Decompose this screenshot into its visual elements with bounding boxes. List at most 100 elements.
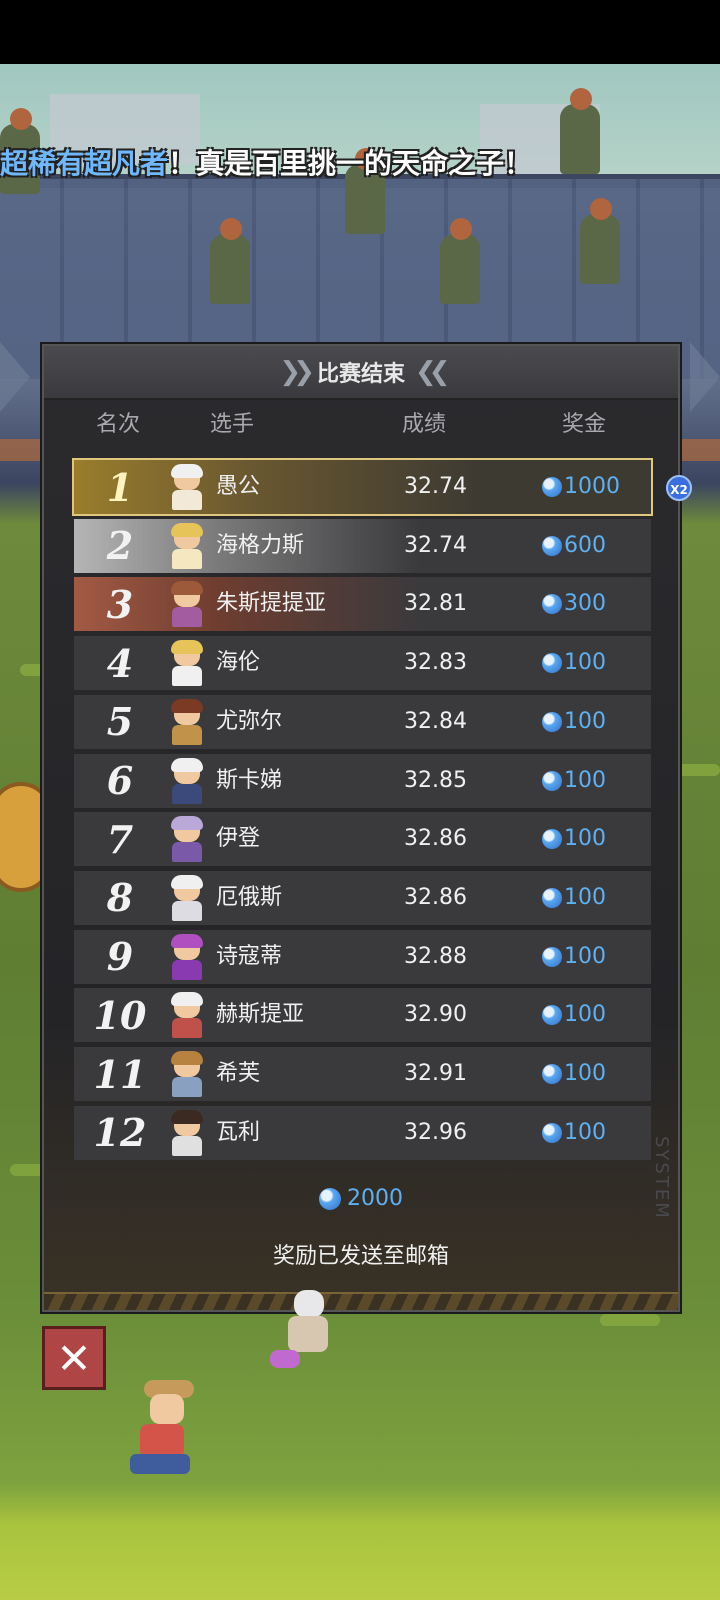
- rank-number: 8: [106, 875, 134, 921]
- player-name: 海格力斯: [216, 532, 305, 558]
- player-avatar: [166, 522, 206, 569]
- column-header-prize: 奖金: [562, 412, 607, 437]
- gem-icon: [542, 829, 562, 850]
- player-score: 32.85: [404, 767, 467, 793]
- player-score: 32.96: [404, 1119, 467, 1145]
- gem-icon: [542, 477, 562, 497]
- table-row: 9 诗寇蒂 32.88 100: [74, 929, 651, 984]
- table-row: 1 愚公 32.74 1000 X2: [72, 458, 692, 516]
- player-name: 海伦: [216, 650, 261, 676]
- player-avatar: [166, 464, 206, 510]
- runner-sprite: [110, 1380, 220, 1480]
- rank-number: 11: [93, 1051, 147, 1097]
- player-name: 尤弥尔: [216, 708, 283, 734]
- table-row: 8 厄俄斯 32.86 100: [74, 870, 651, 925]
- gem-icon: [542, 594, 562, 615]
- player-name: 赫斯提亚: [216, 1002, 305, 1028]
- table-row: 3 朱斯提提亚 32.81 300: [74, 577, 651, 632]
- player-avatar: [166, 1051, 206, 1097]
- chevron-left-icon: ❮❮: [415, 357, 450, 387]
- gem-icon: [542, 711, 562, 732]
- gem-icon: [542, 653, 562, 674]
- rank-number: 10: [93, 992, 147, 1038]
- prize-amount: 100: [564, 826, 606, 852]
- player-name: 诗寇蒂: [216, 943, 283, 969]
- player-name: 瓦利: [216, 1119, 261, 1145]
- rank-number: 2: [106, 523, 134, 569]
- banner-text: ！真是百里挑一的天命之子！: [168, 147, 533, 180]
- player-score: 32.86: [404, 826, 467, 852]
- rank-number: 9: [106, 934, 134, 980]
- soldier-sprite: [560, 88, 600, 174]
- column-header-score: 成绩: [402, 412, 447, 437]
- player-name: 斯卡娣: [216, 767, 283, 793]
- soldier-sprite: [580, 198, 620, 284]
- player-name: 朱斯提提亚: [216, 591, 327, 617]
- soldier-sprite: [440, 218, 480, 304]
- table-row: 5 尤弥尔 32.84 100: [74, 694, 651, 749]
- gem-icon: [319, 1187, 341, 1210]
- player-score: 32.88: [404, 943, 467, 969]
- gem-icon: [542, 887, 562, 908]
- player-name: 厄俄斯: [216, 884, 283, 910]
- rank-number: 6: [106, 758, 134, 803]
- player-score: 32.84: [404, 708, 467, 734]
- prize-amount: 100: [564, 884, 606, 910]
- rank-number: 5: [106, 699, 134, 745]
- prize-amount: 100: [564, 1119, 606, 1145]
- player-score: 32.74: [404, 474, 467, 499]
- table-row: 4 海伦 32.83 100: [74, 636, 651, 691]
- player-avatar: [166, 816, 206, 863]
- player-avatar: [166, 581, 206, 628]
- prize-amount: 600: [564, 532, 606, 558]
- prize-amount: 100: [564, 650, 606, 676]
- player-name: 伊登: [216, 826, 261, 852]
- announcement-banner: 超稀有超凡者！真是百里挑一的天命之子！: [0, 142, 532, 182]
- gem-icon: [542, 1122, 562, 1143]
- table-row: 12 瓦利 32.96 100: [74, 1105, 651, 1160]
- gem-icon: [542, 1064, 562, 1084]
- table-row: 6 斯卡娣 32.85 100: [74, 753, 651, 808]
- hazard-stripe: [44, 1292, 678, 1310]
- prize-amount: 100: [564, 943, 606, 969]
- prize-amount: 1000: [564, 474, 620, 499]
- system-watermark: SYSTEM: [651, 1136, 672, 1220]
- column-header-player: 选手: [210, 412, 255, 437]
- runner-sprite: [270, 1290, 350, 1380]
- prize-amount: 100: [564, 708, 606, 734]
- prize-amount: 100: [564, 767, 606, 793]
- player-name: 希芙: [216, 1061, 261, 1086]
- grass-tuft: [600, 1314, 660, 1326]
- double-reward-badge: X2: [666, 475, 692, 501]
- chevron-right-icon: ❯❯: [279, 357, 314, 387]
- close-button[interactable]: ✕: [42, 1326, 106, 1390]
- player-avatar: [166, 640, 206, 687]
- player-avatar: [166, 933, 206, 980]
- rank-number: 1: [106, 464, 134, 510]
- total-reward-value: 2000: [347, 1186, 403, 1211]
- player-score: 32.81: [404, 591, 467, 617]
- rank-number: 4: [106, 640, 134, 686]
- player-avatar: [166, 1109, 206, 1156]
- prize-amount: 300: [564, 591, 606, 617]
- player-avatar: [166, 757, 206, 804]
- prize-amount: 100: [564, 1002, 606, 1028]
- status-bar: [0, 0, 720, 64]
- player-avatar: [166, 698, 206, 745]
- table-row: 10 赫斯提亚 32.90 100: [74, 988, 651, 1043]
- rank-number: 3: [106, 581, 134, 627]
- rank-number: 12: [93, 1110, 147, 1156]
- player-score: 32.90: [404, 1002, 467, 1028]
- soldier-sprite: [210, 218, 250, 304]
- prize-amount: 100: [564, 1061, 606, 1086]
- race-results-panel: ❯❯ 比赛结束 ❮❮ 名次 选手 成绩 奖金 1 愚公 32.74 1000 X2 2 海格…: [42, 344, 692, 1312]
- player-name: 愚公: [216, 474, 261, 499]
- column-header-rank: 名次: [96, 412, 141, 437]
- panel-title-bar: ❯❯ 比赛结束 ❮❮: [44, 346, 678, 398]
- gem-icon: [542, 535, 562, 556]
- rank-number: 7: [106, 816, 134, 862]
- table-row: 11 希芙 32.91 100: [74, 1047, 651, 1101]
- banner-highlight: 超稀有超凡者: [0, 147, 169, 180]
- player-score: 32.74: [404, 532, 467, 558]
- player-score: 32.86: [404, 884, 467, 910]
